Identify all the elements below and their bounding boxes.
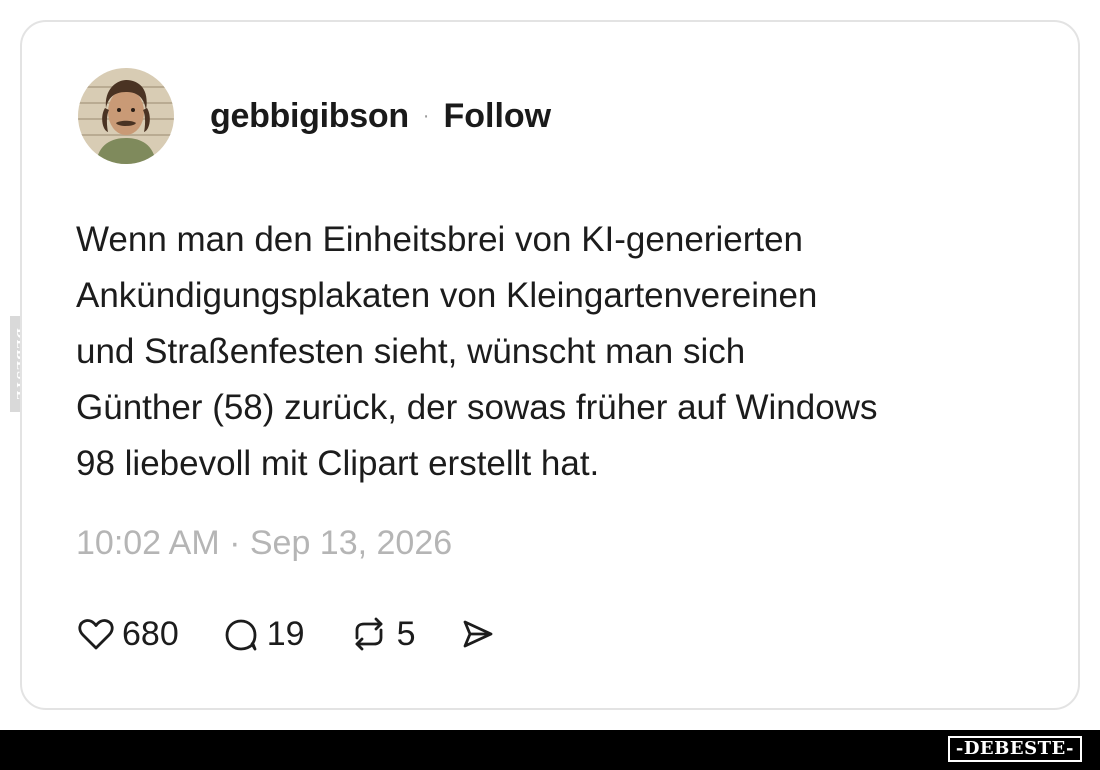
share-button[interactable] bbox=[457, 614, 497, 654]
reply-button[interactable]: 19 bbox=[221, 614, 305, 654]
post-text-line: Wenn man den Einheitsbrei von KI-generie… bbox=[76, 220, 804, 259]
post-header: gebbigibson · Follow bbox=[78, 68, 551, 164]
comment-icon bbox=[221, 614, 261, 654]
repost-button[interactable]: 5 bbox=[347, 614, 416, 654]
post-text-line: Günther (58) zurück, der sowas früher au… bbox=[76, 388, 878, 427]
post-text-line: und Straßenfesten sieht, wünscht man sic… bbox=[76, 332, 746, 371]
post-text-line: 98 liebevoll mit Clipart erstellt hat. bbox=[76, 444, 600, 483]
post-timestamp[interactable]: 10:02 AM · Sep 13, 2026 bbox=[76, 524, 452, 563]
watermark-logo: -DEBESTE- bbox=[947, 736, 1082, 762]
watermark-bar bbox=[0, 730, 1100, 770]
like-count: 680 bbox=[122, 614, 179, 653]
repost-count: 5 bbox=[396, 614, 416, 653]
username[interactable]: gebbigibson bbox=[210, 97, 409, 136]
action-bar: 680 19 5 bbox=[76, 610, 539, 658]
heart-icon bbox=[76, 614, 116, 654]
post-body: Wenn man den Einheitsbrei von KI-generie… bbox=[76, 212, 1036, 492]
post-card: gebbigibson · Follow Wenn man den Einhei… bbox=[20, 20, 1080, 710]
separator-dot: · bbox=[422, 104, 430, 127]
like-button[interactable]: 680 bbox=[76, 614, 179, 654]
repost-icon bbox=[347, 614, 391, 654]
reply-count: 19 bbox=[266, 614, 305, 653]
send-icon bbox=[457, 614, 497, 654]
post-text-line: Ankündigungsplakaten von Kleingartenvere… bbox=[76, 276, 818, 315]
follow-button[interactable]: Follow bbox=[443, 97, 551, 136]
avatar[interactable] bbox=[78, 68, 174, 164]
